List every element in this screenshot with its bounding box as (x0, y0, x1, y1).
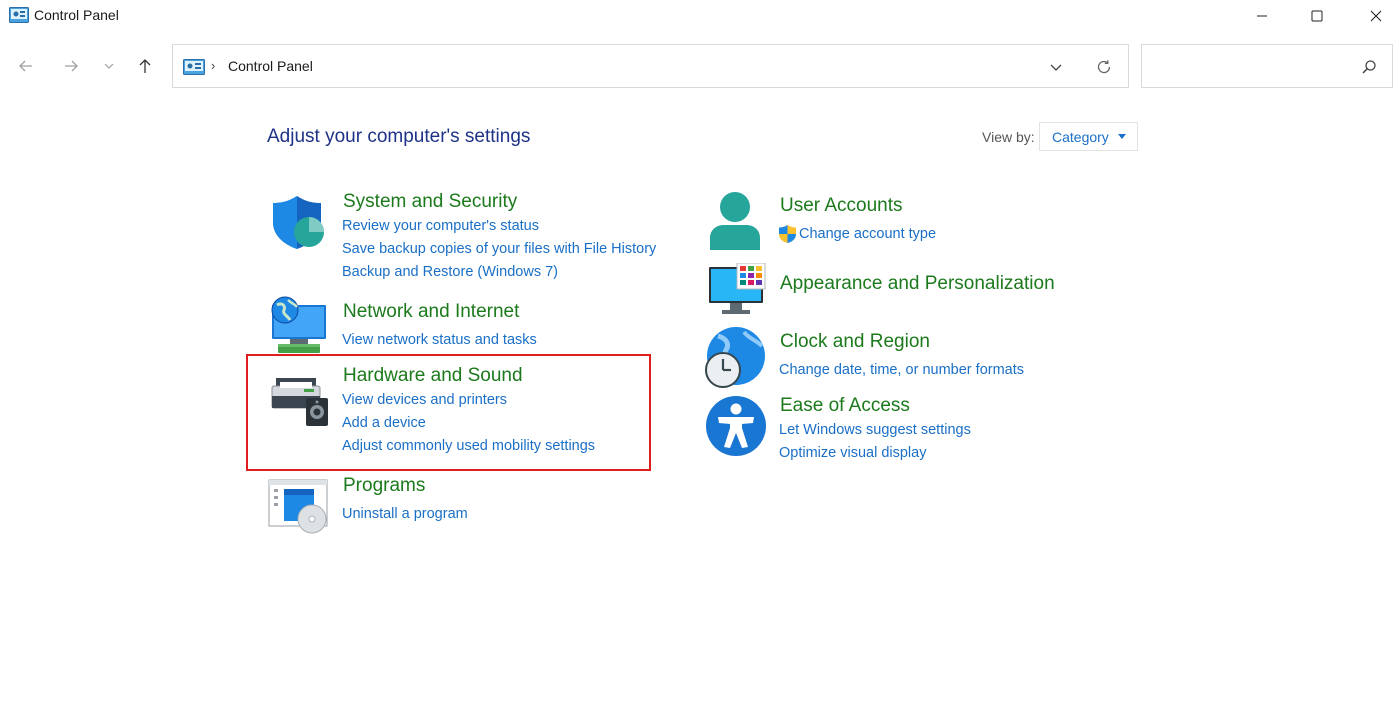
search-icon[interactable] (1360, 58, 1378, 76)
back-button[interactable] (12, 52, 40, 80)
maximize-button[interactable] (1294, 0, 1340, 32)
category-programs[interactable]: Programs (343, 475, 425, 497)
page-title: Adjust your computer's settings (267, 126, 531, 147)
address-bar[interactable]: › Control Panel (172, 44, 1129, 88)
category-network-internet[interactable]: Network and Internet (343, 301, 519, 323)
view-by-label: View by: (982, 129, 1035, 145)
search-input[interactable] (1141, 44, 1393, 88)
chevron-down-icon (104, 63, 114, 69)
window-title: Control Panel (34, 7, 119, 23)
arrow-right-icon (65, 60, 78, 72)
network-globe-icon[interactable] (268, 296, 330, 359)
address-dropdown-button[interactable] (1045, 57, 1067, 77)
highlight-annotation-box (246, 354, 651, 471)
globe-clock-icon[interactable] (704, 326, 768, 395)
link-change-account-type[interactable]: Change account type (799, 226, 936, 242)
category-ease-of-access[interactable]: Ease of Access (780, 395, 910, 417)
maximize-icon (1311, 10, 1323, 22)
category-user-accounts[interactable]: User Accounts (780, 195, 903, 217)
category-clock-region[interactable]: Clock and Region (780, 331, 930, 353)
close-icon (1370, 10, 1382, 22)
caret-down-icon[interactable] (1118, 134, 1126, 139)
close-button[interactable] (1353, 0, 1399, 32)
forward-button[interactable] (57, 52, 85, 80)
link-date-time-formats[interactable]: Change date, time, or number formats (779, 362, 1024, 378)
minimize-button[interactable] (1239, 0, 1285, 32)
link-file-history[interactable]: Save backup copies of your files with Fi… (342, 241, 656, 257)
breadcrumb-separator[interactable]: › (211, 58, 215, 73)
refresh-icon (1097, 60, 1111, 74)
view-by-value[interactable]: Category (1052, 129, 1109, 145)
programs-disc-icon[interactable] (268, 478, 330, 539)
recent-locations-button[interactable] (97, 52, 121, 80)
control-panel-icon (9, 7, 29, 23)
link-uninstall-program[interactable]: Uninstall a program (342, 506, 468, 522)
accessibility-icon[interactable] (705, 395, 767, 462)
control-panel-icon (183, 59, 205, 75)
arrow-left-icon (19, 60, 32, 72)
chevron-down-icon (1050, 64, 1062, 71)
link-suggest-settings[interactable]: Let Windows suggest settings (779, 422, 971, 438)
user-icon[interactable] (706, 190, 764, 257)
link-backup-restore[interactable]: Backup and Restore (Windows 7) (342, 264, 558, 280)
link-optimize-display[interactable]: Optimize visual display (779, 445, 926, 461)
minimize-icon (1257, 15, 1267, 17)
shield-icon[interactable] (270, 194, 328, 255)
title-bar: Control Panel (0, 0, 1399, 32)
monitor-palette-icon[interactable] (707, 262, 767, 322)
link-review-status[interactable]: Review your computer's status (342, 218, 539, 234)
link-network-status[interactable]: View network status and tasks (342, 332, 537, 348)
up-button[interactable] (131, 52, 159, 80)
refresh-button[interactable] (1093, 57, 1115, 77)
view-by-dropdown[interactable]: Category (1039, 122, 1138, 151)
uac-shield-icon (778, 224, 797, 249)
category-appearance-personalization[interactable]: Appearance and Personalization (780, 273, 1055, 295)
arrow-up-icon (139, 59, 151, 73)
category-system-security[interactable]: System and Security (343, 191, 517, 213)
breadcrumb-control-panel[interactable]: Control Panel (228, 58, 313, 74)
